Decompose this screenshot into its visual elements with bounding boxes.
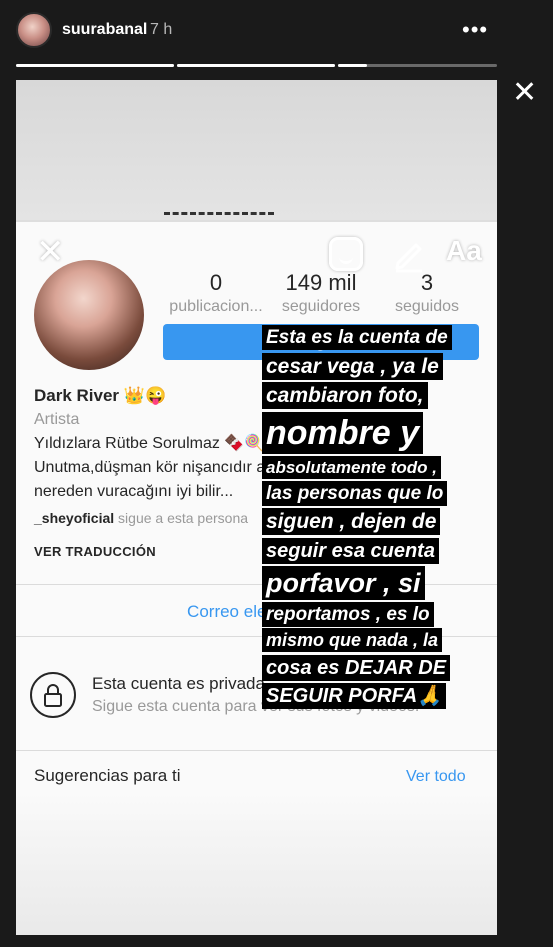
overlay-line: cosa es DEJAR DE xyxy=(262,654,494,681)
overlay-line-text: nombre y xyxy=(262,412,424,455)
stat-followers-label: seguidores xyxy=(281,298,361,315)
dashed-divider xyxy=(164,212,274,215)
overlay-line: cesar vega , ya le xyxy=(262,352,494,380)
stat-posts-label: publicacion... xyxy=(169,298,263,315)
stat-followers-count: 149 mil xyxy=(285,270,357,295)
overlay-line-text: reportamos , es lo xyxy=(262,601,434,627)
story-author-avatar[interactable] xyxy=(16,12,52,48)
overlay-line-text: siguen , dejen de xyxy=(262,508,441,536)
story-progress-fill xyxy=(177,64,335,67)
private-account-title: Esta cuenta es privada xyxy=(92,674,265,693)
story-progress-3 xyxy=(338,64,497,67)
overlay-line-text: cosa es DEJAR DE xyxy=(262,654,451,681)
story-progress-1 xyxy=(16,64,174,67)
lock-icon xyxy=(30,672,76,718)
screenshot-top-band xyxy=(16,80,497,220)
overlay-line-text: absolutamente todo , xyxy=(262,456,441,480)
overlay-line: seguir esa cuenta xyxy=(262,537,494,564)
story-progress-fill xyxy=(338,64,367,67)
overlay-line: cambiaron foto, xyxy=(262,381,494,409)
translate-link: VER TRADUCCIÓN xyxy=(34,544,156,559)
overlay-line-text: SEGUIR PORFA🙏 xyxy=(262,682,447,709)
story-progress-2 xyxy=(177,64,335,67)
overlay-line-text: seguir esa cuenta xyxy=(262,537,439,564)
overlay-line-text: las personas que lo xyxy=(262,480,448,506)
overlay-line: SEGUIR PORFA🙏 xyxy=(262,682,494,709)
overlay-line: siguen , dejen de xyxy=(262,508,494,536)
stat-following: 3 seguidos xyxy=(372,270,482,316)
followed-by: _sheyoficial sigue a esta persona xyxy=(34,510,248,526)
stat-following-label: seguidos xyxy=(394,298,460,315)
divider xyxy=(16,750,497,751)
overlay-line-text: porfavor , si xyxy=(262,565,425,600)
overlay-line-text: mismo que nada , la xyxy=(262,628,443,653)
story-progress-fill xyxy=(16,64,174,67)
followed-by-text: sigue a esta persona xyxy=(114,510,249,526)
overlay-line: Esta es la cuenta de xyxy=(262,325,494,351)
overlay-line: mismo que nada , la xyxy=(262,628,494,653)
suggestions-title: Sugerencias para ti xyxy=(34,766,181,785)
text-tool-icon: Aa xyxy=(446,235,482,266)
lock-glyph xyxy=(44,684,62,707)
overlay-line-text: cesar vega , ya le xyxy=(262,352,443,380)
story-text-overlay[interactable]: Esta es la cuenta de cesar vega , ya le ca… xyxy=(262,325,494,711)
story-header: suurabanal 7 h ••• xyxy=(0,0,553,80)
followed-by-user: _sheyoficial xyxy=(34,510,115,526)
stat-following-count: 3 xyxy=(420,270,434,295)
more-options-icon[interactable]: ••• xyxy=(462,17,488,43)
editor-close-icon: ✕ xyxy=(36,233,65,271)
close-story-icon[interactable]: ✕ xyxy=(512,78,537,108)
see-all-link: Ver todo xyxy=(406,768,466,785)
pen-icon xyxy=(395,243,422,273)
story-timestamp: 7 h xyxy=(150,21,173,38)
overlay-line: porfavor , si xyxy=(262,565,494,601)
overlay-line-text: Esta es la cuenta de xyxy=(262,325,452,350)
stat-followers: 149 mil seguidores xyxy=(266,270,376,316)
stat-posts: 0 publicacion... xyxy=(161,270,271,316)
overlay-line: absolutamente todo , xyxy=(262,456,494,480)
stat-posts-count: 0 xyxy=(209,270,223,295)
bottom-fade xyxy=(16,792,497,935)
overlay-line: las personas que lo xyxy=(262,480,494,507)
profile-picture xyxy=(34,260,144,370)
overlay-line: reportamos , es lo xyxy=(262,601,494,628)
overlay-line-text: cambiaron foto, xyxy=(262,381,428,409)
overlay-line: nombre y xyxy=(262,411,494,455)
sticker-icon xyxy=(329,237,363,271)
story-username[interactable]: suurabanal xyxy=(62,21,147,39)
